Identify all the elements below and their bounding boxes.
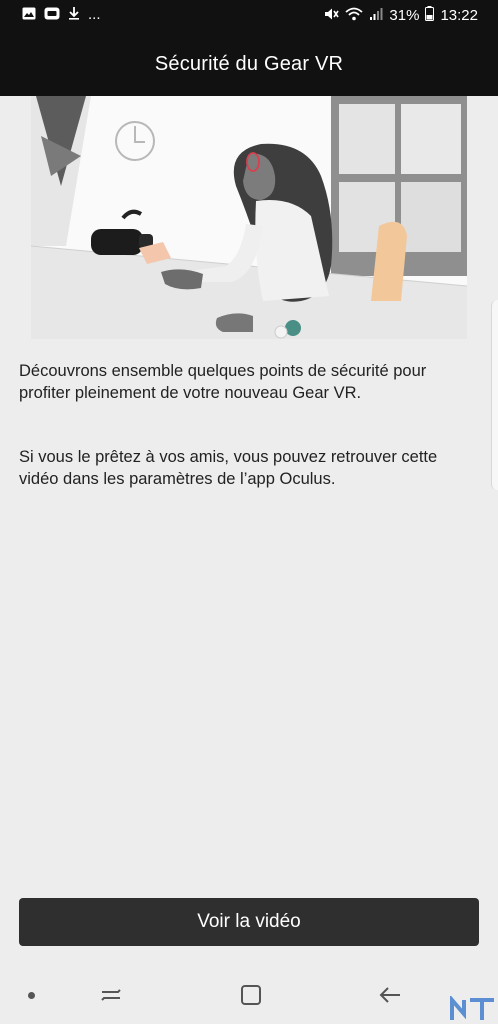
signal-icon [369,7,383,25]
screen: ... 31% 13:22 Sécurité du Gear VR Découv… [0,0,498,1024]
back-icon[interactable] [378,984,402,1011]
status-bar: ... 31% 13:22 [0,0,498,32]
wifi-icon [345,7,364,25]
share-info-paragraph: Si vous le prêtez à vos amis, vous pouve… [19,448,438,488]
status-overflow: ... [88,6,101,23]
status-left: ... [22,6,101,24]
mute-icon [323,7,340,25]
edge-panel-handle[interactable] [491,300,498,490]
safety-illustration [31,96,467,339]
battery-icon [425,6,435,25]
page-title: Sécurité du Gear VR [154,52,344,75]
image-icon [22,7,36,24]
dot-icon[interactable] [28,992,35,999]
home-icon[interactable] [240,984,262,1011]
status-right: 31% 13:22 [323,6,478,25]
intro-paragraph: Découvrons ensemble quelques points de s… [19,362,427,402]
watch-video-button[interactable]: Voir la vidéo [19,898,479,946]
battery-percent: 31% [389,6,420,24]
navigation-bar [0,968,498,1024]
watermark-logo [450,994,496,1022]
app-header: Sécurité du Gear VR [0,32,498,96]
download-icon [68,6,80,24]
clock: 13:22 [440,6,478,24]
message-icon [44,7,60,24]
recent-apps-icon[interactable] [100,984,122,1011]
